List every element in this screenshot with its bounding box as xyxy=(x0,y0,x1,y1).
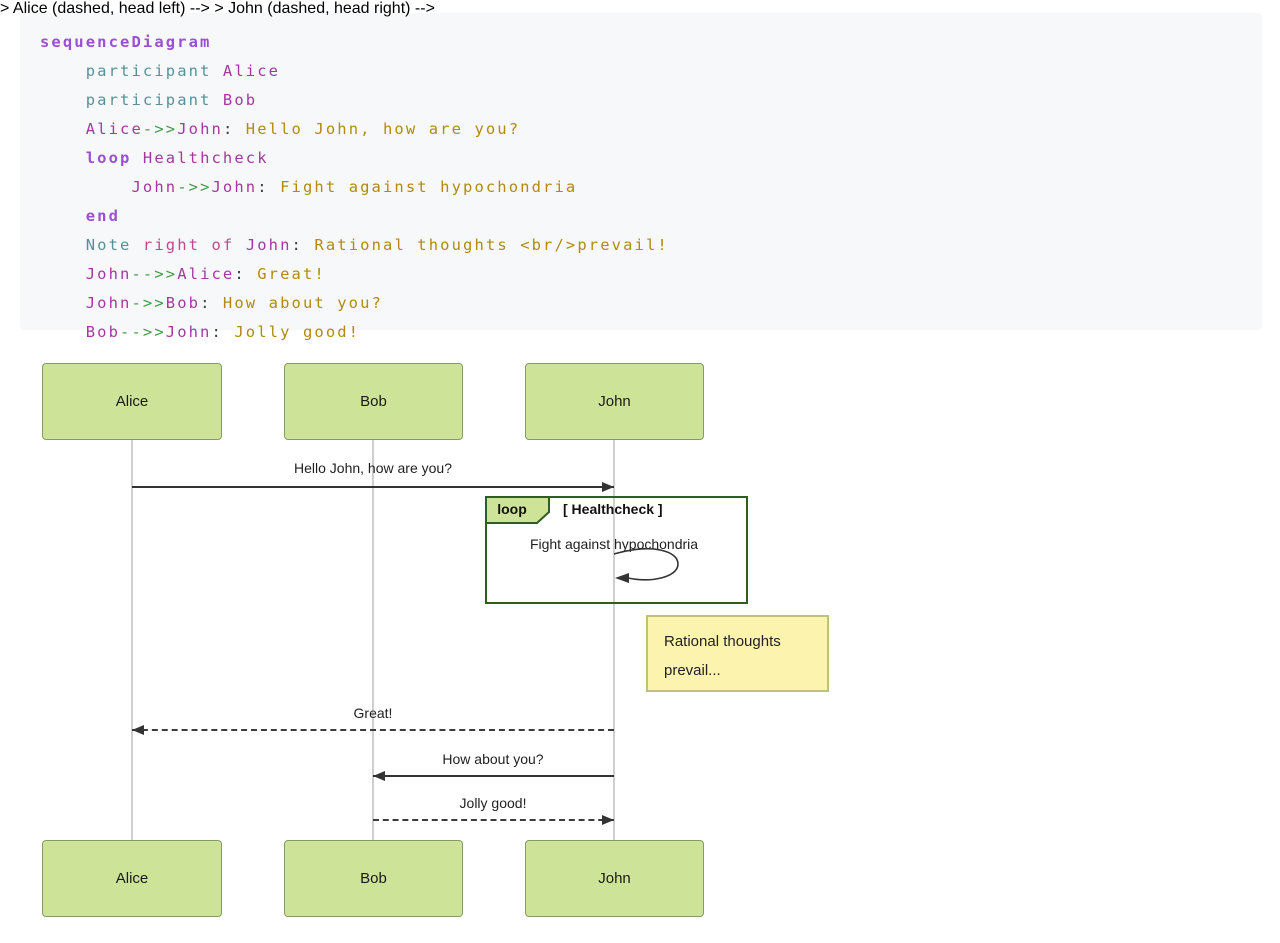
sequence-diagram: Alice Bob John Hello John, how are you? … xyxy=(0,0,1280,943)
actor-label: Alice xyxy=(115,393,149,410)
lifeline-alice xyxy=(131,440,133,840)
loop-label: loop xyxy=(497,501,527,517)
arrowhead-icon xyxy=(602,815,614,825)
actor-label: Alice xyxy=(115,870,149,887)
note-line: prevail... xyxy=(664,662,721,679)
actor-box-john-bottom: John xyxy=(525,840,704,917)
actor-box-bob-top: Bob xyxy=(284,363,463,440)
note-box: Rational thoughts prevail... xyxy=(646,615,829,692)
actor-box-alice-bottom: Alice xyxy=(42,840,222,917)
actor-box-alice-top: Alice xyxy=(42,363,222,440)
message-label: Great! xyxy=(353,705,393,721)
actor-label: John xyxy=(598,870,631,887)
actor-box-john-top: John xyxy=(525,363,704,440)
actor-label: John xyxy=(598,393,631,410)
message-arrow-line xyxy=(132,486,614,488)
message-label: Jolly good! xyxy=(459,795,527,811)
note-line: Rational thoughts xyxy=(664,633,781,650)
message-arrow-line xyxy=(132,729,614,731)
self-loop-arrow xyxy=(613,548,679,583)
loop-title: [ Healthcheck ] xyxy=(563,501,663,517)
arrowhead-icon xyxy=(602,482,614,492)
message-arrow-line xyxy=(373,819,614,821)
message-arrow-line xyxy=(373,775,614,777)
arrowhead-icon xyxy=(373,771,385,781)
message-label: How about you? xyxy=(442,751,544,767)
actor-box-bob-bottom: Bob xyxy=(284,840,463,917)
arrowhead-icon xyxy=(132,725,144,735)
actor-label: Bob xyxy=(360,393,387,410)
message-label: Hello John, how are you? xyxy=(294,460,452,476)
actor-label: Bob xyxy=(360,870,387,887)
page: { "code": { "lines": [ [{"t":"sequenceDi… xyxy=(0,0,1280,943)
